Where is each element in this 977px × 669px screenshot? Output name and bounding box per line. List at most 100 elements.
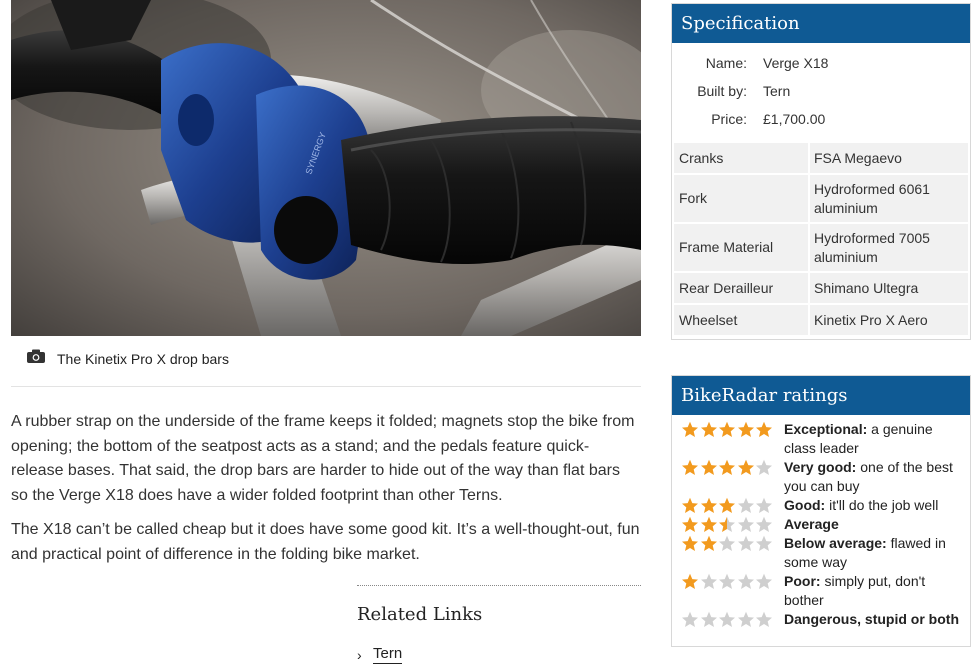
rating-text: Poor: simply put, don't bother [784,572,964,610]
rating-row: Average [681,515,970,534]
spec-value: Hydroformed 6061 aluminium [810,175,968,222]
specification-title: Specification [672,4,970,43]
star-full-icon [682,421,698,437]
star-empty-icon [756,497,772,513]
star-full-icon [682,573,698,589]
spec-row: Rear Derailleur Shimano Ultegra [674,273,968,303]
rating-label: Average [784,516,839,532]
star-full-icon [700,459,717,475]
rating-text: Good: it'll do the job well [784,496,964,515]
spec-key: Rear Derailleur [674,273,808,303]
article-paragraph: The X18 can’t be called cheap but it doe… [11,521,640,563]
rating-text: Dangerous, stupid or both [784,610,964,629]
star-empty-icon [756,573,772,589]
star-empty-icon [756,611,772,627]
star-empty-icon [756,516,772,532]
photo-caption: The Kinetix Pro X drop bars [11,345,641,387]
ratings-box: BikeRadar ratings Exceptional: a genuine… [671,375,971,647]
related-link-tern[interactable]: Tern [373,645,403,664]
article-photo: SYNERGY [11,0,641,336]
star-empty-icon [756,535,772,551]
star-empty-icon [737,516,754,532]
star-full-icon [737,459,754,475]
spec-row: Frame Material Hydroformed 7005 aluminiu… [674,224,968,271]
spec-key: Fork [674,175,808,222]
star-full-icon [700,516,717,532]
spec-summary-row: Built by: Tern [672,77,970,105]
rating-label: Below average: [784,535,887,551]
star-rating [681,459,784,476]
star-full-icon [700,421,717,437]
spec-value: Tern [763,83,791,99]
spec-value: FSA Megaevo [810,143,968,173]
rating-label: Very good: [784,459,857,475]
rating-label: Good: [784,497,826,513]
spec-key: Wheelset [674,305,808,335]
article-body: A rubber strap on the underside of the f… [11,410,641,577]
star-full-icon [700,497,717,513]
star-empty-icon [719,573,735,589]
spec-value: Kinetix Pro X Aero [810,305,968,335]
star-rating [681,516,784,533]
price-value: £1,700.00 [763,111,826,127]
camera-icon [27,349,45,363]
rating-label: Poor: [784,573,821,589]
related-links-list: › Tern [357,645,641,664]
rating-text: Exceptional: a genuine class leader [784,420,964,458]
drop-bars-photo: SYNERGY [11,0,641,336]
specification-box: Specification Name: Verge X18 Built by: … [671,3,971,340]
star-full-icon [719,459,735,475]
star-full-icon [700,535,717,551]
star-empty-icon [737,573,754,589]
spec-key: Price: [711,111,747,127]
rating-text: Average [784,515,964,534]
star-rating [681,611,784,628]
caption-text: The Kinetix Pro X drop bars [57,351,229,367]
ratings-title: BikeRadar ratings [672,376,970,415]
spec-summary: Name: Verge X18 Built by: Tern Price: £1… [672,49,970,133]
rating-description: it'll do the job well [825,497,939,513]
spec-key: Cranks [674,143,808,173]
star-half-icon [719,516,735,532]
rating-row: Below average: flawed in some way [681,534,970,572]
spec-key: Name: [705,55,747,71]
spec-key: Built by: [697,83,747,99]
star-full-icon [756,421,772,437]
rating-row: Dangerous, stupid or both [681,610,970,629]
star-empty-icon [700,611,717,627]
star-rating [681,497,784,514]
related-links-title: Related Links [357,604,483,625]
star-rating [681,573,784,590]
rating-label: Exceptional: [784,421,868,437]
spec-row: Cranks FSA Megaevo [674,143,968,173]
rating-row: Good: it'll do the job well [681,496,970,515]
article-paragraph: A rubber strap on the underside of the f… [11,413,635,504]
star-full-icon [682,535,698,551]
spec-summary-row: Price: £1,700.00 [672,105,970,133]
star-full-icon [737,421,754,437]
star-full-icon [682,459,698,475]
star-rating [681,421,784,438]
spec-key: Frame Material [674,224,808,271]
ratings-list: Exceptional: a genuine class leader Very… [672,415,970,629]
star-full-icon [719,497,735,513]
related-links: Related Links › Tern [357,585,641,664]
spec-value: Verge X18 [763,55,829,71]
star-empty-icon [737,611,754,627]
spec-value: Hydroformed 7005 aluminium [810,224,968,271]
spec-value: Shimano Ultegra [810,273,968,303]
star-empty-icon [682,611,698,627]
spec-summary-row: Name: Verge X18 [672,49,970,77]
spec-row: Wheelset Kinetix Pro X Aero [674,305,968,335]
rating-label: Dangerous, stupid or both [784,611,959,627]
rating-row: Very good: one of the best you can buy [681,458,970,496]
star-full-icon [682,497,698,513]
rating-text: Below average: flawed in some way [784,534,964,572]
rating-row: Exceptional: a genuine class leader [681,420,970,458]
star-full-icon [719,421,735,437]
star-empty-icon [737,497,754,513]
rating-text: Very good: one of the best you can buy [784,458,964,496]
star-empty-icon [700,573,717,589]
rating-row: Poor: simply put, don't bother [681,572,970,610]
star-full-icon [682,516,698,532]
